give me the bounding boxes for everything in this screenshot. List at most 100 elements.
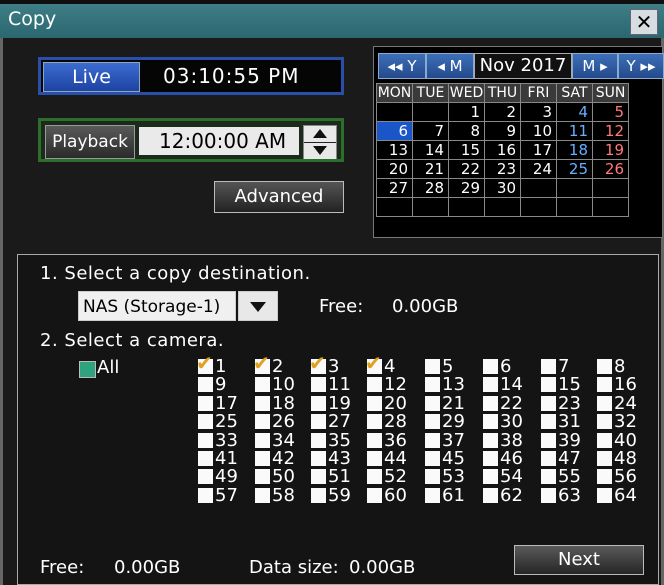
calendar-day[interactable]: 4 <box>556 102 593 122</box>
checkbox-icon[interactable] <box>311 432 326 448</box>
checkbox-icon[interactable] <box>425 487 440 503</box>
checkbox-icon[interactable] <box>483 359 498 374</box>
calendar-day[interactable]: 8 <box>448 121 485 141</box>
checkbox-icon[interactable] <box>425 469 440 485</box>
checkbox-icon[interactable] <box>425 451 440 466</box>
checkbox-icon[interactable] <box>255 487 270 503</box>
checkbox-icon[interactable] <box>311 487 326 503</box>
checkbox-icon[interactable] <box>311 377 326 393</box>
checkbox-icon[interactable] <box>425 359 440 374</box>
calendar-day[interactable]: 29 <box>448 178 485 198</box>
calendar-day[interactable]: 28 <box>412 178 449 198</box>
checkbox-icon[interactable] <box>255 395 270 411</box>
checkbox-icon[interactable] <box>255 469 270 485</box>
calendar-day[interactable]: 21 <box>412 159 449 179</box>
checkbox-icon[interactable] <box>367 487 382 503</box>
checkbox-icon[interactable] <box>597 432 612 448</box>
prev-month-button[interactable]: ◂ M <box>426 53 474 79</box>
camera-checkbox[interactable]: 62 <box>483 485 543 506</box>
checkbox-icon[interactable] <box>311 469 326 485</box>
checkbox-icon[interactable] <box>367 377 382 393</box>
checkbox-icon[interactable] <box>541 395 556 411</box>
calendar-day[interactable]: 12 <box>592 121 629 141</box>
checkbox-icon[interactable] <box>483 395 498 411</box>
checkbox-icon[interactable] <box>198 414 213 430</box>
checkbox-icon[interactable] <box>597 487 612 503</box>
checkbox-icon[interactable] <box>425 432 440 448</box>
checkbox-icon[interactable] <box>198 451 213 466</box>
camera-checkbox[interactable]: 60 <box>367 485 427 506</box>
checkbox-icon[interactable] <box>198 487 213 503</box>
spin-down-icon[interactable] <box>304 143 336 159</box>
checkbox-icon[interactable] <box>311 395 326 411</box>
live-button[interactable]: Live <box>43 62 140 92</box>
checkbox-icon[interactable] <box>255 451 270 466</box>
checkbox-icon[interactable] <box>541 487 556 503</box>
calendar-day[interactable]: 27 <box>376 178 413 198</box>
checkbox-icon[interactable] <box>425 414 440 430</box>
checkbox-icon[interactable] <box>541 432 556 448</box>
checkbox-icon[interactable] <box>597 469 612 485</box>
checkbox-icon[interactable] <box>367 469 382 485</box>
calendar-day[interactable]: 1 <box>448 102 485 122</box>
next-button[interactable]: Next <box>514 545 644 575</box>
chevron-down-icon[interactable] <box>238 291 278 321</box>
checkbox-icon[interactable] <box>425 395 440 411</box>
camera-checkbox[interactable]: 58 <box>255 485 315 506</box>
checkbox-icon[interactable] <box>483 414 498 430</box>
checkbox-icon[interactable] <box>255 377 270 393</box>
checkbox-icon[interactable] <box>198 432 213 448</box>
camera-checkbox[interactable]: 59 <box>311 485 371 506</box>
calendar-day[interactable]: 22 <box>448 159 485 179</box>
checkbox-icon[interactable] <box>367 414 382 430</box>
calendar-day[interactable]: 9 <box>484 121 521 141</box>
checkbox-icon[interactable] <box>541 451 556 466</box>
prev-year-button[interactable]: ◂◂ Y <box>378 53 426 79</box>
checkbox-icon[interactable] <box>597 414 612 430</box>
checkbox-icon[interactable] <box>367 432 382 448</box>
close-button[interactable]: ✕ <box>630 9 658 35</box>
calendar-day[interactable]: 17 <box>520 140 557 160</box>
playback-button[interactable]: Playback <box>45 125 135 159</box>
calendar-day[interactable]: 13 <box>376 140 413 160</box>
checkbox-icon[interactable] <box>483 469 498 485</box>
checkbox-icon[interactable] <box>597 359 612 374</box>
calendar-day[interactable]: 7 <box>412 121 449 141</box>
checkbox-icon[interactable] <box>541 359 556 374</box>
checkbox-icon[interactable] <box>597 451 612 466</box>
checkbox-icon[interactable] <box>597 395 612 411</box>
checkbox-icon[interactable] <box>597 377 612 393</box>
checkbox-icon[interactable] <box>483 451 498 466</box>
calendar-day[interactable]: 30 <box>484 178 521 198</box>
calendar-day[interactable]: 3 <box>520 102 557 122</box>
calendar-day[interactable]: 14 <box>412 140 449 160</box>
checkbox-icon[interactable] <box>483 432 498 448</box>
checkbox-icon[interactable] <box>311 451 326 466</box>
calendar-day[interactable]: 16 <box>484 140 521 160</box>
checkbox-icon[interactable] <box>425 377 440 393</box>
camera-checkbox[interactable]: ✔ 1 <box>196 351 258 377</box>
checkbox-icon[interactable] <box>541 377 556 393</box>
calendar-day[interactable]: 26 <box>592 159 629 179</box>
calendar-day[interactable]: 11 <box>556 121 593 141</box>
checkbox-icon[interactable] <box>367 451 382 466</box>
spin-up-icon[interactable] <box>304 126 336 142</box>
checkbox-icon[interactable] <box>483 487 498 503</box>
calendar-day[interactable]: 20 <box>376 159 413 179</box>
checkbox-icon[interactable] <box>255 432 270 448</box>
camera-checkbox[interactable]: 63 <box>541 485 601 506</box>
checkbox-icon[interactable] <box>198 395 213 411</box>
calendar-day[interactable]: 5 <box>592 102 629 122</box>
checkbox-icon[interactable] <box>483 377 498 393</box>
destination-select[interactable]: NAS (Storage-1) <box>78 291 236 321</box>
calendar-day[interactable]: 23 <box>484 159 521 179</box>
checkbox-icon[interactable] <box>198 469 213 485</box>
camera-checkbox[interactable]: 64 <box>597 485 657 506</box>
calendar-day[interactable]: 18 <box>556 140 593 160</box>
calendar-day[interactable]: 2 <box>484 102 521 122</box>
checkbox-icon[interactable] <box>311 414 326 430</box>
advanced-button[interactable]: Advanced <box>214 181 344 213</box>
checkbox-icon[interactable] <box>198 377 213 393</box>
calendar-day[interactable]: 15 <box>448 140 485 160</box>
camera-checkbox[interactable]: 57 <box>198 485 258 506</box>
